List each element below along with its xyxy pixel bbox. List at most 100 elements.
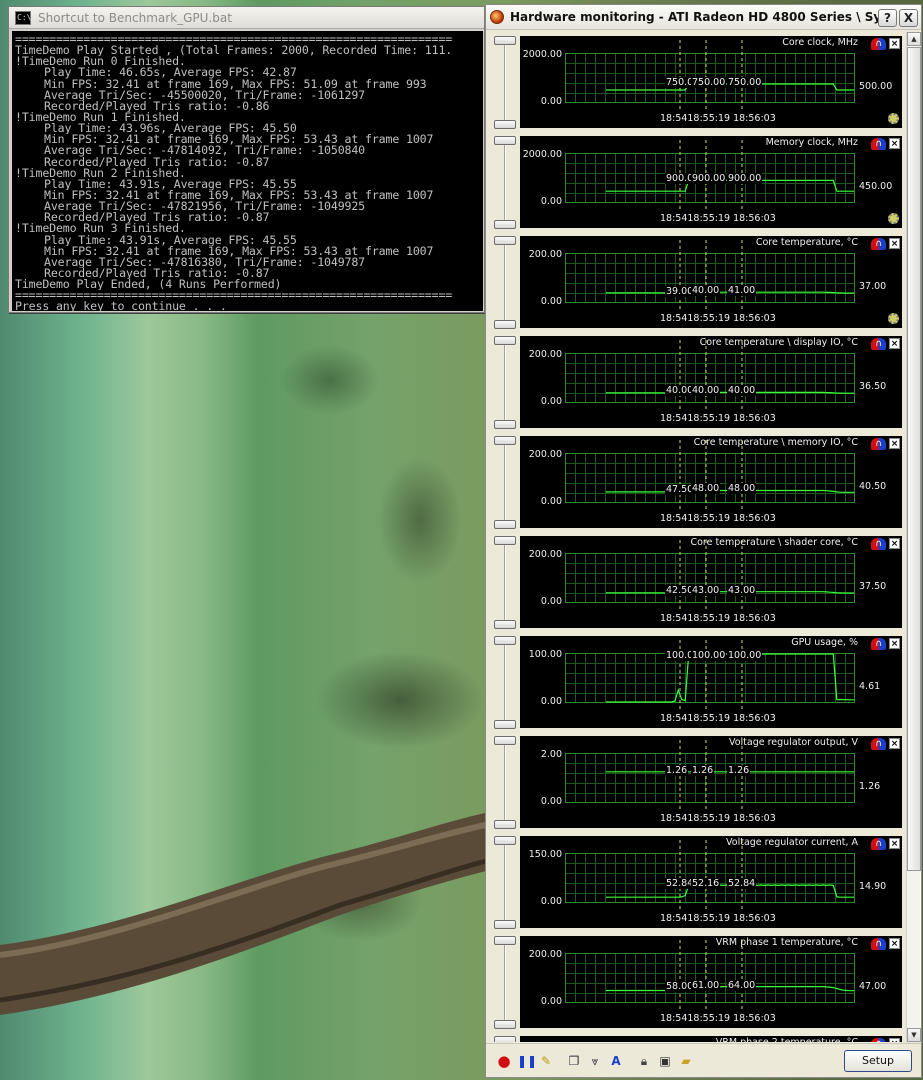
graph-height-slider[interactable] — [492, 536, 518, 629]
pause-icon[interactable]: ❚❚ — [517, 1053, 537, 1069]
graph-height-slider[interactable] — [492, 236, 518, 329]
slider-thumb-bottom[interactable] — [494, 620, 516, 629]
graph-remove-icon[interactable]: × — [889, 938, 900, 949]
graph-canvas[interactable]: VRM phase 2 temperature, °C ∩× — [520, 1036, 902, 1042]
graph-height-slider[interactable] — [492, 636, 518, 729]
gear-icon[interactable] — [888, 213, 899, 224]
graph-panel[interactable]: Core temperature \ shader core, °C ∩ × 200.… — [488, 532, 906, 630]
graph-panel[interactable]: GPU usage, % ∩ × 100.00 0.00 4.61 18:5418:55:1… — [488, 632, 906, 730]
setup-button[interactable]: Setup — [844, 1050, 912, 1072]
scroll-up-arrow-icon[interactable]: ▲ — [907, 32, 921, 46]
graph-canvas[interactable]: Memory clock, MHz ∩ × 2000.00 0.00 450.00 18:5… — [520, 136, 902, 228]
graph-remove-icon[interactable]: × — [889, 338, 900, 349]
graph-remove-icon[interactable]: × — [889, 838, 900, 849]
graph-canvas[interactable]: Voltage regulator output, V ∩ × 2.00 0.00 1.2… — [520, 736, 902, 828]
graph-color-icon[interactable]: ∩ — [871, 238, 886, 250]
graph-canvas[interactable]: Core temperature \ display IO, °C ∩ × 200.0… — [520, 336, 902, 428]
graph-panel[interactable]: Memory clock, MHz ∩ × 2000.00 0.00 450.00 18:5… — [488, 132, 906, 230]
scrollbar-thumb[interactable] — [907, 47, 921, 871]
graph-remove-icon[interactable]: × — [889, 1038, 900, 1042]
slider-thumb-top[interactable] — [494, 336, 516, 345]
graph-remove-icon[interactable]: × — [889, 38, 900, 49]
graph-color-icon[interactable]: ∩ — [871, 538, 886, 550]
pen-icon[interactable]: ✎ — [538, 1053, 554, 1069]
graph-color-icon[interactable]: ∩ — [871, 1038, 886, 1042]
graph-panel[interactable]: VRM phase 2 temperature, °C ∩× — [488, 1032, 906, 1042]
slider-thumb-top[interactable] — [494, 636, 516, 645]
graph-canvas[interactable]: VRM phase 1 temperature, °C ∩ × 200.00 0.00 4… — [520, 936, 902, 1028]
slider-thumb-top[interactable] — [494, 36, 516, 45]
graph-remove-icon[interactable]: × — [889, 138, 900, 149]
font-icon[interactable]: A — [608, 1053, 624, 1069]
slider-thumb-top[interactable] — [494, 736, 516, 745]
graph-remove-icon[interactable]: × — [889, 738, 900, 749]
hwmon-titlebar[interactable]: Hardware monitoring - ATI Radeon HD 4800… — [486, 5, 921, 30]
slider-thumb-top[interactable] — [494, 136, 516, 145]
graph-color-icon[interactable]: ∩ — [871, 938, 886, 950]
graph-remove-icon[interactable]: × — [889, 238, 900, 249]
slider-thumb-top[interactable] — [494, 536, 516, 545]
lock-icon[interactable]: 🔒︎ — [636, 1053, 652, 1069]
slider-thumb-bottom[interactable] — [494, 420, 516, 429]
graph-height-slider[interactable] — [492, 936, 518, 1029]
vertical-scrollbar[interactable]: ▲ ▼ — [906, 32, 921, 1042]
graph-canvas[interactable]: GPU usage, % ∩ × 100.00 0.00 4.61 18:5418:55:1… — [520, 636, 902, 728]
console-output[interactable]: ========================================… — [12, 31, 483, 311]
graph-color-icon[interactable]: ∩ — [871, 138, 886, 150]
graph-panel[interactable]: Core clock, MHz ∩ × 2000.00 0.00 500.00 18:541… — [488, 32, 906, 130]
graph-color-icon[interactable]: ∩ — [871, 38, 886, 50]
graph-color-icon[interactable]: ∩ — [871, 338, 886, 350]
folder-icon[interactable]: ▰ — [678, 1053, 694, 1069]
graph-list[interactable]: Core clock, MHz ∩ × 2000.00 0.00 500.00 18:541… — [488, 32, 906, 1042]
graph-remove-icon[interactable]: × — [889, 638, 900, 649]
graph-height-slider[interactable] — [492, 736, 518, 829]
help-button[interactable]: ? — [878, 9, 897, 27]
graph-remove-icon[interactable]: × — [889, 538, 900, 549]
graph-canvas[interactable]: Voltage regulator current, A ∩ × 150.00 0.00… — [520, 836, 902, 928]
collapse-icon[interactable]: ⩔ — [587, 1053, 603, 1069]
record-icon[interactable]: ● — [496, 1053, 512, 1069]
console-window[interactable]: C:\ Shortcut to Benchmark_GPU.bat ======… — [8, 6, 485, 313]
slider-thumb-top[interactable] — [494, 936, 516, 945]
graph-canvas[interactable]: Core temperature \ memory IO, °C ∩ × 200.00… — [520, 436, 902, 528]
graph-panel[interactable]: VRM phase 1 temperature, °C ∩ × 200.00 0.00 4… — [488, 932, 906, 1030]
graph-canvas[interactable]: Core temperature \ shader core, °C ∩ × 200.… — [520, 536, 902, 628]
slider-thumb-top[interactable] — [494, 436, 516, 445]
gear-icon[interactable] — [888, 113, 899, 124]
slider-thumb-bottom[interactable] — [494, 220, 516, 229]
graph-height-slider[interactable] — [492, 36, 518, 129]
graph-panel[interactable]: Core temperature, °C ∩ × 200.00 0.00 37.00 18:… — [488, 232, 906, 330]
slider-thumb-bottom[interactable] — [494, 1020, 516, 1029]
gear-icon[interactable] — [888, 313, 899, 324]
close-button[interactable]: X — [899, 9, 918, 27]
graph-height-slider[interactable] — [492, 336, 518, 429]
slider-thumb-top[interactable] — [494, 836, 516, 845]
slider-thumb-bottom[interactable] — [494, 120, 516, 129]
graph-color-icon[interactable]: ∩ — [871, 838, 886, 850]
scroll-down-arrow-icon[interactable]: ▼ — [907, 1028, 921, 1042]
graph-color-icon[interactable]: ∩ — [871, 638, 886, 650]
console-titlebar[interactable]: C:\ Shortcut to Benchmark_GPU.bat — [9, 7, 484, 29]
slider-thumb-bottom[interactable] — [494, 820, 516, 829]
slider-thumb-bottom[interactable] — [494, 520, 516, 529]
graph-panel[interactable]: Voltage regulator output, V ∩ × 2.00 0.00 1.2… — [488, 732, 906, 830]
hardware-monitoring-window[interactable]: Hardware monitoring - ATI Radeon HD 4800… — [485, 4, 922, 1078]
graph-height-slider[interactable] — [492, 436, 518, 529]
slider-thumb-bottom[interactable] — [494, 720, 516, 729]
graph-height-slider[interactable] — [492, 836, 518, 929]
graph-height-slider[interactable] — [492, 1036, 518, 1042]
graph-color-icon[interactable]: ∩ — [871, 438, 886, 450]
graph-canvas[interactable]: Core clock, MHz ∩ × 2000.00 0.00 500.00 18:541… — [520, 36, 902, 128]
graph-panel[interactable]: Core temperature \ display IO, °C ∩ × 200.0… — [488, 332, 906, 430]
graph-height-slider[interactable] — [492, 136, 518, 229]
slider-thumb-bottom[interactable] — [494, 320, 516, 329]
graph-panel[interactable]: Core temperature \ memory IO, °C ∩ × 200.00… — [488, 432, 906, 530]
slider-thumb-bottom[interactable] — [494, 920, 516, 929]
graph-remove-icon[interactable]: × — [889, 438, 900, 449]
copy-icon[interactable]: ❐ — [566, 1053, 582, 1069]
slider-thumb-top[interactable] — [494, 1036, 516, 1042]
graph-canvas[interactable]: Core temperature, °C ∩ × 200.00 0.00 37.00 18:… — [520, 236, 902, 328]
graph-panel[interactable]: Voltage regulator current, A ∩ × 150.00 0.00… — [488, 832, 906, 930]
save-icon[interactable]: ▣ — [657, 1053, 673, 1069]
slider-thumb-top[interactable] — [494, 236, 516, 245]
